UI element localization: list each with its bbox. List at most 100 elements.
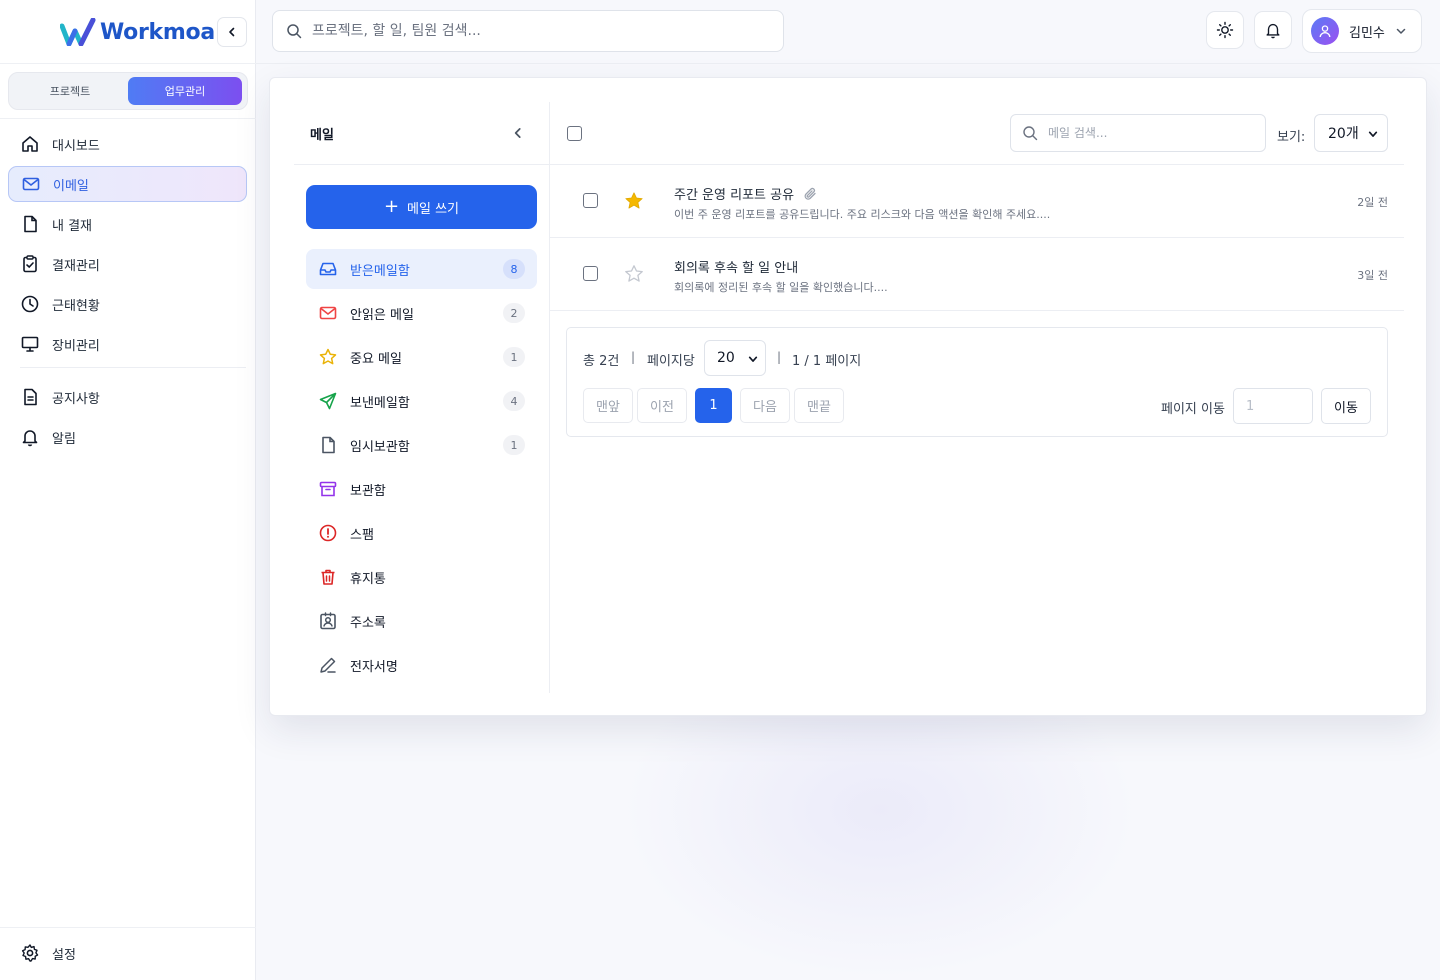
sidebar-item-label: 알림 (52, 431, 76, 447)
mode-work-tab[interactable]: 업무관리 (128, 77, 242, 105)
document-icon (20, 214, 40, 234)
compose-mail-button[interactable]: + 메일 쓰기 (306, 185, 537, 229)
prev-page-button[interactable]: 이전 (637, 388, 687, 423)
plus-icon: + (383, 196, 400, 217)
mail-preview: 이번 주 운영 리포트를 공유드립니다. 주요 리스크와 다음 액션을 확인해 … (674, 208, 1051, 221)
sidebar-item-email[interactable]: 이메일 (8, 166, 247, 202)
chevron-down-icon (1396, 28, 1406, 34)
mail-time: 3일 전 (1357, 269, 1388, 282)
mode-switch: 프로젝트 업무관리 (8, 72, 248, 110)
chevron-down-icon (748, 356, 758, 362)
first-page-button[interactable]: 맨앞 (583, 388, 633, 423)
sidebar-item-settings[interactable]: 설정 (8, 935, 247, 971)
sidebar-item-label: 장비관리 (52, 338, 100, 354)
mail-subject: 회의록 후속 할 일 안내 (674, 257, 798, 276)
pen-icon (318, 655, 338, 675)
global-search[interactable] (272, 10, 784, 52)
folder-label: 안읽은 메일 (350, 307, 414, 323)
per-page-value: 20 (717, 350, 735, 366)
mail-row[interactable]: 회의록 후속 할 일 안내 회의록에 정리된 후속 할 일을 확인했습니다...… (550, 238, 1404, 311)
folder-label: 보관함 (350, 483, 386, 499)
sidebar-item-notice[interactable]: 공지사항 (8, 379, 247, 415)
folder-starred[interactable]: 중요 메일 1 (306, 337, 537, 377)
global-search-input[interactable] (312, 23, 752, 39)
notifications-button[interactable] (1254, 11, 1292, 49)
mail-search[interactable] (1010, 114, 1266, 152)
sidebar-item-label: 설정 (52, 947, 76, 963)
folder-contacts[interactable]: 주소록 (306, 601, 537, 641)
last-page-button[interactable]: 맨끝 (794, 388, 844, 423)
inbox-icon (318, 259, 338, 279)
contact-icon (318, 611, 338, 631)
divider (0, 118, 256, 119)
mail-subject-text: 주간 운영 리포트 공유 (674, 188, 795, 203)
user-menu-button[interactable]: 김민수 (1302, 9, 1422, 53)
workmoa-logo-icon (60, 18, 96, 46)
mail-search-input[interactable] (1048, 126, 1248, 140)
page-1-button[interactable]: 1 (695, 388, 732, 423)
mail-list-area: 보기: 20개 주간 운영 리포트 공유 이번 주 운영 리포트를 공유드립니다… (550, 102, 1404, 693)
folder-label: 임시보관함 (350, 439, 410, 455)
sidebar-collapse-button[interactable] (217, 17, 247, 47)
star-outline-icon[interactable] (624, 264, 644, 284)
divider (20, 367, 246, 368)
per-page-select[interactable]: 20 (704, 340, 766, 376)
mail-icon (318, 303, 338, 323)
bell-icon (20, 427, 40, 447)
sidebar-item-label: 근태현황 (52, 298, 100, 314)
goto-page-input[interactable] (1233, 388, 1313, 424)
monitor-icon (20, 334, 40, 354)
mail-time: 2일 전 (1357, 196, 1388, 209)
brand-bar: Workmoa (0, 0, 256, 64)
folder-label: 보낸메일함 (350, 395, 410, 411)
separator: | (777, 350, 782, 364)
mail-subject: 주간 운영 리포트 공유 (674, 184, 818, 203)
folder-e-signature[interactable]: 전자서명 (306, 645, 537, 685)
mail-row[interactable]: 주간 운영 리포트 공유 이번 주 운영 리포트를 공유드립니다. 주요 리스크… (550, 165, 1404, 238)
search-icon (1023, 126, 1038, 141)
folder-count-badge: 2 (503, 303, 525, 323)
sidebar-item-attendance[interactable]: 근태현황 (8, 286, 247, 322)
theme-toggle-button[interactable] (1206, 11, 1244, 49)
folder-sent[interactable]: 보낸메일함 4 (306, 381, 537, 421)
sidebar-item-dashboard[interactable]: 대시보드 (8, 126, 247, 162)
trash-icon (318, 567, 338, 587)
sidebar-item-approval-management[interactable]: 결재관리 (8, 246, 247, 282)
mail-row-checkbox[interactable] (583, 193, 598, 208)
folder-archive[interactable]: 보관함 (306, 469, 537, 509)
logo[interactable]: Workmoa (60, 18, 215, 46)
divider (0, 927, 256, 928)
folder-label: 전자서명 (350, 659, 398, 675)
mail-panel: 메일 + 메일 쓰기 받은메일함 8 안읽은 메일 2 중요 메일 1 보낸메일… (269, 77, 1427, 716)
sidebar-item-label: 결재관리 (52, 258, 100, 274)
avatar (1311, 17, 1339, 45)
mode-project-tab[interactable]: 프로젝트 (13, 77, 127, 105)
user-icon (1319, 25, 1331, 38)
folder-count-badge: 1 (503, 435, 525, 455)
goto-page-button[interactable]: 이동 (1321, 388, 1371, 424)
folder-unread[interactable]: 안읽은 메일 2 (306, 293, 537, 333)
bell-icon (1266, 23, 1280, 39)
mail-preview: 회의록에 정리된 후속 할 일을 확인했습니다.... (674, 281, 888, 294)
archive-icon (318, 479, 338, 499)
clock-icon (20, 294, 40, 314)
sidebar-item-label: 공지사항 (52, 391, 100, 407)
goto-page-label: 페이지 이동 (1161, 402, 1225, 417)
sidebar-item-alerts[interactable]: 알림 (8, 419, 247, 455)
folder-drafts[interactable]: 임시보관함 1 (306, 425, 537, 465)
paperclip-icon (804, 187, 816, 200)
sidebar-item-my-approval[interactable]: 내 결재 (8, 206, 247, 242)
sidebar-item-equipment[interactable]: 장비관리 (8, 326, 247, 362)
folder-collapse-button[interactable] (511, 126, 525, 140)
view-label: 보기: (1277, 130, 1306, 145)
view-count-select[interactable]: 20개 (1314, 114, 1388, 152)
view-count-value: 20개 (1328, 126, 1359, 142)
select-all-checkbox[interactable] (567, 126, 582, 141)
mail-row-checkbox[interactable] (583, 266, 598, 281)
next-page-button[interactable]: 다음 (740, 388, 790, 423)
mail-folder-column: 메일 + 메일 쓰기 받은메일함 8 안읽은 메일 2 중요 메일 1 보낸메일… (294, 102, 550, 693)
folder-spam[interactable]: 스팸 (306, 513, 537, 553)
folder-inbox[interactable]: 받은메일함 8 (306, 249, 537, 289)
folder-trash[interactable]: 휴지통 (306, 557, 537, 597)
star-filled-icon[interactable] (624, 191, 644, 211)
